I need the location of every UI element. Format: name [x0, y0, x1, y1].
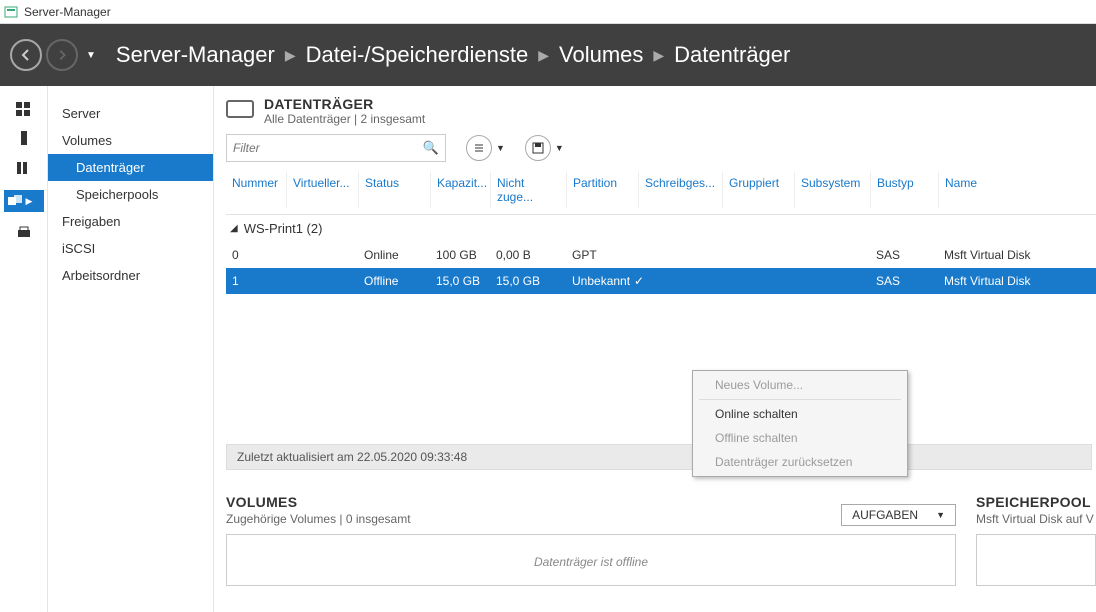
nav-forward-button[interactable] [46, 39, 78, 71]
sidebar-nav: Server Volumes Datenträger Speicherpools… [48, 86, 214, 612]
table-row[interactable]: 0 Online 100 GB 0,00 B GPT SAS Msft Virt… [226, 242, 1096, 268]
status-line: Zuletzt aktualisiert am 22.05.2020 09:33… [226, 444, 1092, 470]
search-icon[interactable]: 🔍 [423, 140, 439, 156]
window-titlebar: Server-Manager [0, 0, 1096, 24]
col-subsystem[interactable]: Subsystem [794, 172, 870, 208]
iconbar-local-server[interactable] [14, 130, 34, 148]
col-name[interactable]: Name [938, 172, 1096, 208]
col-status[interactable]: Status [358, 172, 430, 208]
disk-icon [226, 100, 254, 118]
col-number[interactable]: Nummer [226, 172, 286, 208]
toolbar: 🔍 ▼ ▼ [226, 134, 1096, 162]
chevron-down-icon: ▼ [936, 510, 945, 520]
breadcrumb-item[interactable]: Volumes [559, 42, 643, 68]
disk-grid: Nummer Virtueller... Status Kapazit... N… [226, 172, 1096, 294]
tasks-dropdown[interactable]: AUFGABEN ▼ [841, 504, 956, 526]
breadcrumb: Server-Manager ▶ Datei-/Speicherdienste … [116, 42, 790, 68]
iconbar-file-services[interactable]: ▶ [4, 190, 44, 212]
main-content: DATENTRÄGER Alle Datenträger | 2 insgesa… [214, 86, 1096, 612]
nav-back-button[interactable] [10, 39, 42, 71]
col-capacity[interactable]: Kapazit... [430, 172, 490, 208]
chevron-right-icon: ▶ [538, 47, 549, 64]
sidebar-item-iscsi[interactable]: iSCSI [48, 235, 213, 262]
pool-title: SPEICHERPOOL [976, 494, 1096, 510]
col-virtual[interactable]: Virtueller... [286, 172, 358, 208]
iconbar-dashboard[interactable] [14, 100, 34, 118]
section-title: DATENTRÄGER [264, 96, 425, 112]
breadcrumb-item[interactable]: Datei-/Speicherdienste [306, 42, 529, 68]
pool-subtitle: Msft Virtual Disk auf V [976, 512, 1096, 526]
breadcrumb-item[interactable]: Datenträger [674, 42, 790, 68]
sidebar-item-workfolders[interactable]: Arbeitsordner [48, 262, 213, 289]
chevron-down-icon[interactable]: ▼ [496, 143, 505, 153]
storagepool-panel: SPEICHERPOOL Msft Virtual Disk auf V [976, 494, 1096, 586]
menu-take-offline[interactable]: Offline schalten [695, 426, 905, 450]
grid-header: Nummer Virtueller... Status Kapazit... N… [226, 172, 1096, 215]
col-unallocated[interactable]: Nicht zuge... [490, 172, 566, 208]
window-title: Server-Manager [24, 5, 111, 19]
header-bar: ▼ Server-Manager ▶ Datei-/Speicherdienst… [0, 24, 1096, 86]
volumes-subtitle: Zugehörige Volumes | 0 insgesamt [226, 512, 411, 526]
sidebar-item-server[interactable]: Server [48, 100, 213, 127]
col-readonly[interactable]: Schreibges... [638, 172, 722, 208]
iconbar-print[interactable] [14, 224, 34, 242]
menu-separator [699, 399, 901, 400]
nav-history-dropdown[interactable]: ▼ [86, 50, 96, 61]
chevron-right-icon: ▶ [653, 47, 664, 64]
sidebar-item-disks[interactable]: Datenträger [48, 154, 213, 181]
col-partition[interactable]: Partition [566, 172, 638, 208]
menu-new-volume[interactable]: Neues Volume... [695, 373, 905, 397]
chevron-right-icon: ▶ [285, 47, 296, 64]
volumes-title: VOLUMES [226, 494, 411, 510]
sidebar-item-storagepools[interactable]: Speicherpools [48, 181, 213, 208]
group-row[interactable]: ◢ WS-Print1 (2) [226, 215, 1096, 242]
sidebar-item-volumes[interactable]: Volumes [48, 127, 213, 154]
menu-reset-disk[interactable]: Datenträger zurücksetzen [695, 450, 905, 474]
col-grouped[interactable]: Gruppiert [722, 172, 794, 208]
volumes-body: Datenträger ist offline [226, 534, 956, 586]
save-view-button[interactable] [525, 135, 551, 161]
context-menu: Neues Volume... Online schalten Offline … [692, 370, 908, 477]
filter-box[interactable]: 🔍 [226, 134, 446, 162]
iconbar-all-servers[interactable] [14, 160, 34, 178]
chevron-down-icon[interactable]: ▼ [555, 143, 564, 153]
table-row[interactable]: 1 Offline 15,0 GB 15,0 GB Unbekannt✓ SAS… [226, 268, 1096, 294]
group-label: WS-Print1 (2) [244, 221, 323, 236]
collapse-icon[interactable]: ◢ [230, 223, 238, 234]
filter-input[interactable] [233, 141, 423, 155]
section-subtitle: Alle Datenträger | 2 insgesamt [264, 112, 425, 126]
sidebar-item-shares[interactable]: Freigaben [48, 208, 213, 235]
volumes-panel: VOLUMES Zugehörige Volumes | 0 insgesamt… [226, 494, 956, 586]
app-icon [4, 5, 18, 19]
icon-sidebar: ▶ [0, 86, 48, 612]
menu-bring-online[interactable]: Online schalten [695, 402, 905, 426]
col-bustype[interactable]: Bustyp [870, 172, 938, 208]
pool-body [976, 534, 1096, 586]
breadcrumb-item[interactable]: Server-Manager [116, 42, 275, 68]
view-options-button[interactable] [466, 135, 492, 161]
